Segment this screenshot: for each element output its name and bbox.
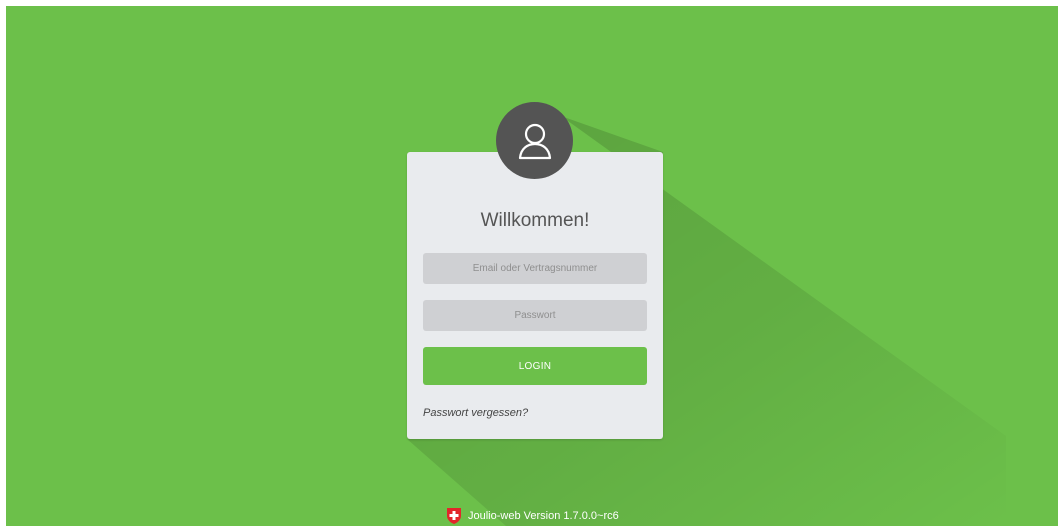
email-input[interactable] xyxy=(423,253,647,284)
page-background: Willkommen! LOGIN Passwort vergessen? Jo… xyxy=(6,6,1058,526)
login-card: Willkommen! LOGIN Passwort vergessen? xyxy=(407,152,663,439)
welcome-title: Willkommen! xyxy=(480,210,590,231)
user-icon xyxy=(518,123,551,159)
version-text: Joulio-web Version 1.7.0.0~rc6 xyxy=(468,510,619,522)
avatar xyxy=(496,102,573,179)
swiss-cross-shield-icon xyxy=(447,508,461,524)
forgot-password-link[interactable]: Passwort vergessen? xyxy=(423,407,528,419)
password-input[interactable] xyxy=(423,300,647,331)
footer: Joulio-web Version 1.7.0.0~rc6 xyxy=(446,506,619,526)
login-button[interactable]: LOGIN xyxy=(423,347,647,385)
